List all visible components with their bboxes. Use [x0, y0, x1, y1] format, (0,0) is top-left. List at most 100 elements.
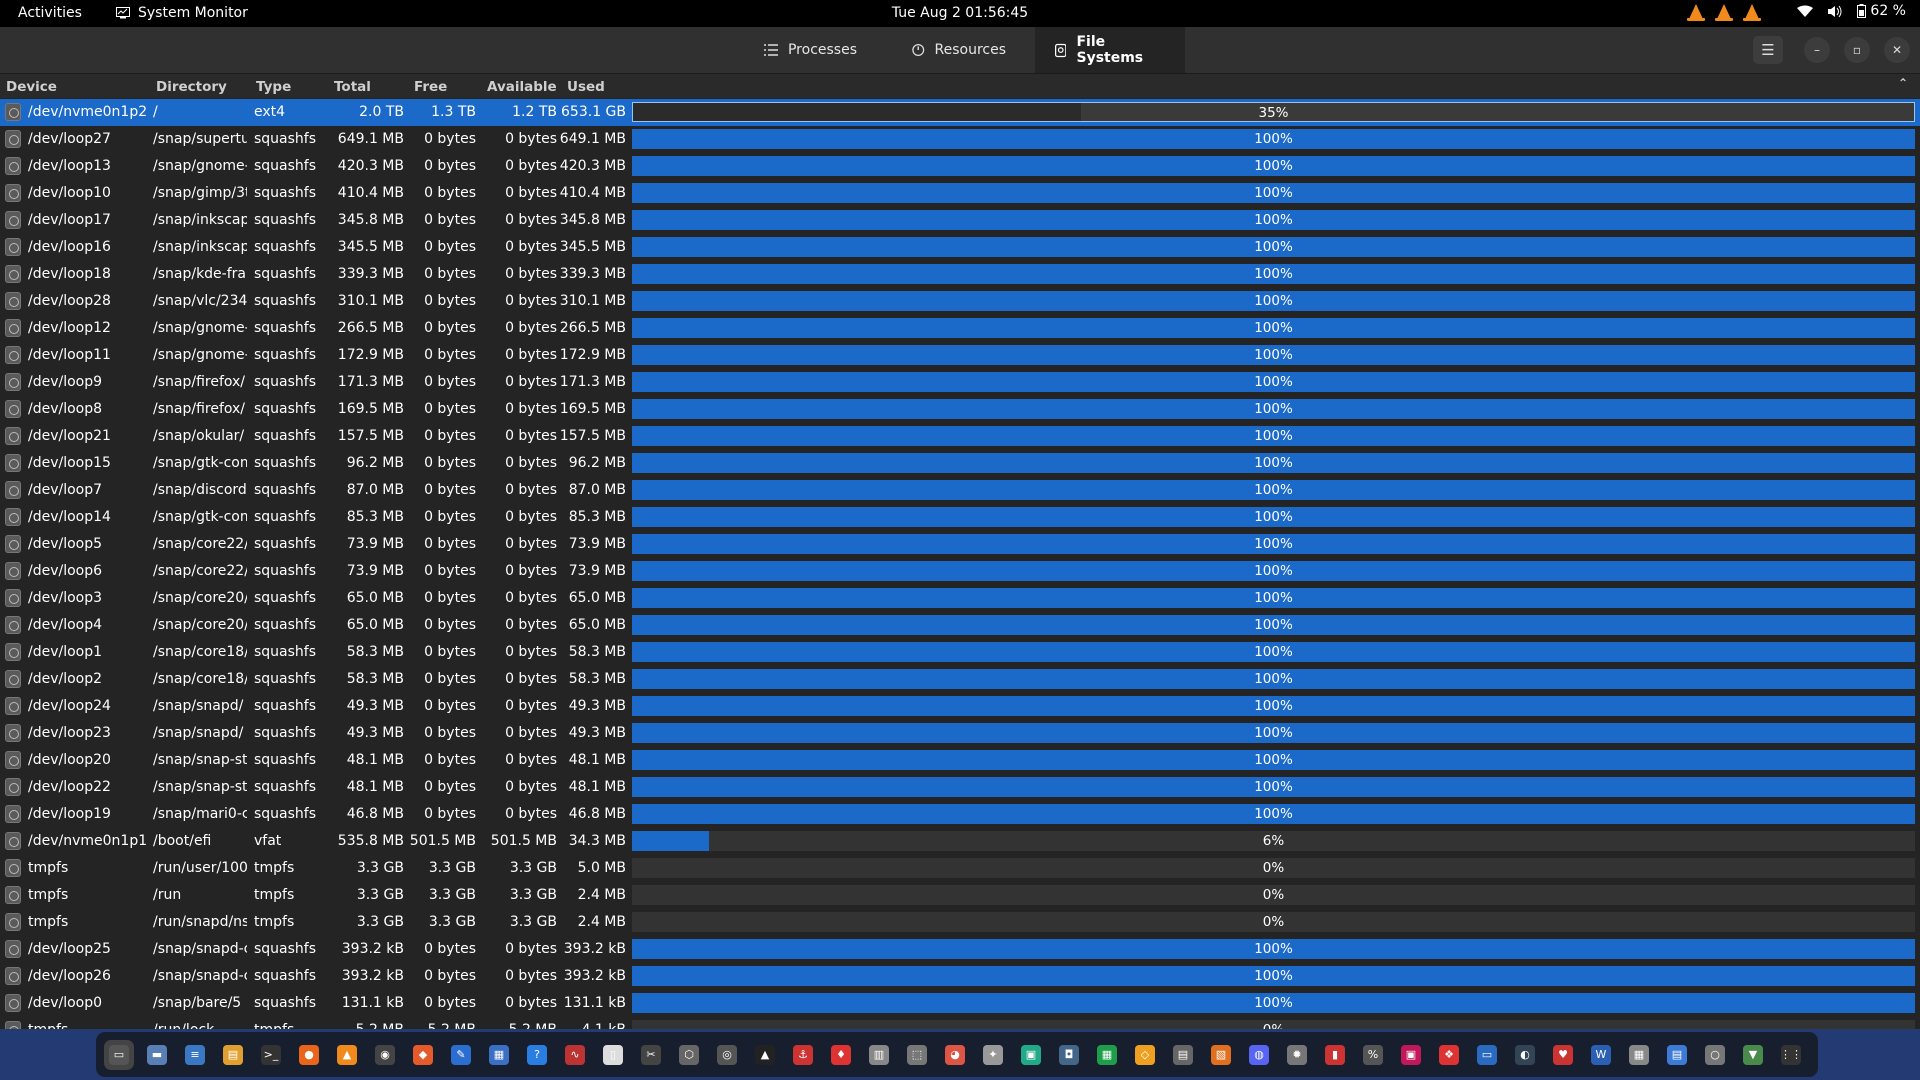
clock[interactable]: Tue Aug 2 01:56:45 — [892, 5, 1028, 21]
camera-icon[interactable]: ◘ — [1054, 1040, 1084, 1070]
document-icon[interactable]: ▯ — [598, 1040, 628, 1070]
heart-app-icon[interactable]: ♥ — [1548, 1040, 1578, 1070]
help-icon[interactable]: ? — [522, 1040, 552, 1070]
vlc-tray-icon[interactable] — [1687, 3, 1706, 21]
software-icon[interactable]: ◆ — [408, 1040, 438, 1070]
ship-icon[interactable]: ⚓ — [788, 1040, 818, 1070]
steam-icon[interactable]: ◐ — [1510, 1040, 1540, 1070]
vlc-tray-icon[interactable] — [1743, 3, 1762, 21]
table-row[interactable]: /dev/loop2 /snap/core18/ squashfs 58.3 M… — [0, 666, 1920, 693]
battery-icon[interactable] — [1857, 4, 1867, 18]
app-menu[interactable]: System Monitor — [116, 5, 248, 21]
column-device[interactable]: Device — [6, 79, 57, 95]
disc-icon[interactable]: ◎ — [712, 1040, 742, 1070]
close-button[interactable]: ✕ — [1884, 37, 1910, 63]
table-row[interactable]: /dev/loop23 /snap/snapd/ squashfs 49.3 M… — [0, 720, 1920, 747]
tab-processes[interactable]: Processes — [744, 27, 877, 73]
table-row[interactable]: /dev/loop3 /snap/core20/ squashfs 65.0 M… — [0, 585, 1920, 612]
archive-icon[interactable]: ▥ — [864, 1040, 894, 1070]
table-row[interactable]: /dev/loop9 /snap/firefox/ squashfs 171.3… — [0, 369, 1920, 396]
spreadsheet-icon[interactable]: ▦ — [1624, 1040, 1654, 1070]
column-used[interactable]: Used — [567, 79, 605, 95]
table-row[interactable]: /dev/loop0 /snap/bare/5 squashfs 131.1 k… — [0, 990, 1920, 1017]
tab-file-systems[interactable]: File Systems — [1035, 27, 1185, 73]
activities-button[interactable]: Activities — [18, 5, 82, 21]
system-monitor-icon[interactable]: ▭ — [104, 1039, 134, 1070]
table-row[interactable]: /dev/loop4 /snap/core20/ squashfs 65.0 M… — [0, 612, 1920, 639]
pdf-icon[interactable]: ▮ — [1320, 1040, 1350, 1070]
table-row[interactable]: /dev/loop24 /snap/snapd/ squashfs 49.3 M… — [0, 693, 1920, 720]
terminal-icon[interactable]: >_ — [256, 1040, 286, 1070]
hamburger-menu-button[interactable]: ☰ — [1753, 36, 1783, 64]
draw-icon[interactable]: ◇ — [1130, 1040, 1160, 1070]
table-row[interactable]: /dev/loop26 /snap/snapd-c squashfs 393.2… — [0, 963, 1920, 990]
table-row[interactable]: /dev/loop18 /snap/kde-frai squashfs 339.… — [0, 261, 1920, 288]
firefox-icon[interactable]: ● — [294, 1040, 324, 1070]
table-row[interactable]: /dev/loop15 /snap/gtk-com squashfs 96.2 … — [0, 450, 1920, 477]
tools-icon[interactable]: ✂ — [636, 1040, 666, 1070]
table-row[interactable]: /dev/loop6 /snap/core22/ squashfs 73.9 M… — [0, 558, 1920, 585]
table-row[interactable]: /dev/loop1 /snap/core18/ squashfs 58.3 M… — [0, 639, 1920, 666]
okular-icon[interactable]: ✦ — [978, 1040, 1008, 1070]
table-row[interactable]: /dev/loop19 /snap/mari0-c squashfs 46.8 … — [0, 801, 1920, 828]
table-row[interactable]: /dev/loop7 /snap/discord squashfs 87.0 M… — [0, 477, 1920, 504]
notes-icon[interactable]: ▤ — [218, 1040, 248, 1070]
table-row[interactable]: tmpfs /run/lock tmpfs 5.2 MB 5.2 MB 5.2 … — [0, 1017, 1920, 1029]
red-app-icon[interactable]: ▣ — [1396, 1040, 1426, 1070]
column-total[interactable]: Total — [334, 79, 371, 95]
word-icon[interactable]: W — [1586, 1040, 1616, 1070]
gift-icon[interactable]: ❖ — [1434, 1040, 1464, 1070]
show-apps-icon[interactable]: ⋮⋮ — [1776, 1040, 1806, 1070]
table-row[interactable]: tmpfs /run/snapd/ns tmpfs 3.3 GB 3.3 GB … — [0, 909, 1920, 936]
writer-icon[interactable]: ✎ — [446, 1040, 476, 1070]
tab-resources[interactable]: Resources — [892, 27, 1026, 73]
column-type[interactable]: Type — [256, 79, 291, 95]
settings-app-icon[interactable]: ▤ — [1662, 1040, 1692, 1070]
table-row[interactable]: /dev/loop22 /snap/snap-st squashfs 48.1 … — [0, 774, 1920, 801]
gear-app-icon[interactable]: ✹ — [1282, 1040, 1312, 1070]
table-row[interactable]: /dev/loop28 /snap/vlc/234 squashfs 310.1… — [0, 288, 1920, 315]
table-row[interactable]: /dev/loop10 /snap/gimp/3t squashfs 410.4… — [0, 180, 1920, 207]
table-row[interactable]: /dev/nvme0n1p1 /boot/efi vfat 535.8 MB 5… — [0, 828, 1920, 855]
maximize-button[interactable]: ▫ — [1844, 37, 1870, 63]
vlc-tray-icon[interactable] — [1715, 3, 1734, 21]
window-icon[interactable]: ▭ — [1472, 1040, 1502, 1070]
sort-up-icon[interactable]: ⌃ — [1898, 76, 1908, 90]
column-free[interactable]: Free — [414, 79, 447, 95]
inkscape-icon[interactable]: ▲ — [750, 1040, 780, 1070]
vlc-icon[interactable]: ▲ — [332, 1040, 362, 1070]
chrome-icon[interactable]: ◕ — [940, 1040, 970, 1070]
impress-icon[interactable]: ▧ — [1206, 1040, 1236, 1070]
table-row[interactable]: /dev/loop13 /snap/gnome- squashfs 420.3 … — [0, 153, 1920, 180]
docs-icon[interactable]: ▦ — [484, 1040, 514, 1070]
mario-icon[interactable]: ♦ — [826, 1040, 856, 1070]
table-row[interactable]: /dev/loop25 /snap/snapd-c squashfs 393.2… — [0, 936, 1920, 963]
table-row[interactable]: tmpfs /run tmpfs 3.3 GB 3.3 GB 3.3 GB 2.… — [0, 882, 1920, 909]
table-row[interactable]: /dev/loop16 /snap/inkscap squashfs 345.5… — [0, 234, 1920, 261]
chart-app-icon[interactable]: ∿ — [560, 1040, 590, 1070]
percent-app-icon[interactable]: % — [1358, 1040, 1388, 1070]
text-editor-icon[interactable]: ≡ — [180, 1040, 210, 1070]
table-row[interactable]: /dev/loop5 /snap/core22/ squashfs 73.9 M… — [0, 531, 1920, 558]
table-row[interactable]: /dev/nvme0n1p2 / ext4 2.0 TB 1.3 TB 1.2 … — [0, 99, 1920, 126]
table-row[interactable]: /dev/loop14 /snap/gtk-com squashfs 85.3 … — [0, 504, 1920, 531]
files-icon[interactable]: ▬ — [142, 1040, 172, 1070]
system-tray[interactable]: 62 % — [1687, 3, 1906, 21]
table-row[interactable]: /dev/loop12 /snap/gnome- squashfs 266.5 … — [0, 315, 1920, 342]
calc-icon[interactable]: ▦ — [1092, 1040, 1122, 1070]
table-row[interactable]: /dev/loop20 /snap/snap-st squashfs 48.1 … — [0, 747, 1920, 774]
image-viewer-icon[interactable]: ▣ — [1016, 1040, 1046, 1070]
table-row[interactable]: /dev/loop17 /snap/inkscap squashfs 345.8… — [0, 207, 1920, 234]
discord-icon[interactable]: ◍ — [1244, 1040, 1274, 1070]
column-directory[interactable]: Directory — [156, 79, 227, 95]
column-available[interactable]: Available — [487, 79, 557, 95]
box-icon[interactable]: ⬡ — [674, 1040, 704, 1070]
minimize-button[interactable]: – — [1804, 37, 1830, 63]
screenshot-icon[interactable]: ⬚ — [902, 1040, 932, 1070]
table-row[interactable]: /dev/loop11 /snap/gnome- squashfs 172.9 … — [0, 342, 1920, 369]
wifi-icon[interactable] — [1797, 5, 1814, 18]
table-row[interactable]: /dev/loop21 /snap/okular/ squashfs 157.5… — [0, 423, 1920, 450]
trash-icon[interactable]: ▼ — [1738, 1040, 1768, 1070]
volume-icon[interactable] — [1827, 5, 1843, 18]
circle-app-icon[interactable]: ○ — [1700, 1040, 1730, 1070]
